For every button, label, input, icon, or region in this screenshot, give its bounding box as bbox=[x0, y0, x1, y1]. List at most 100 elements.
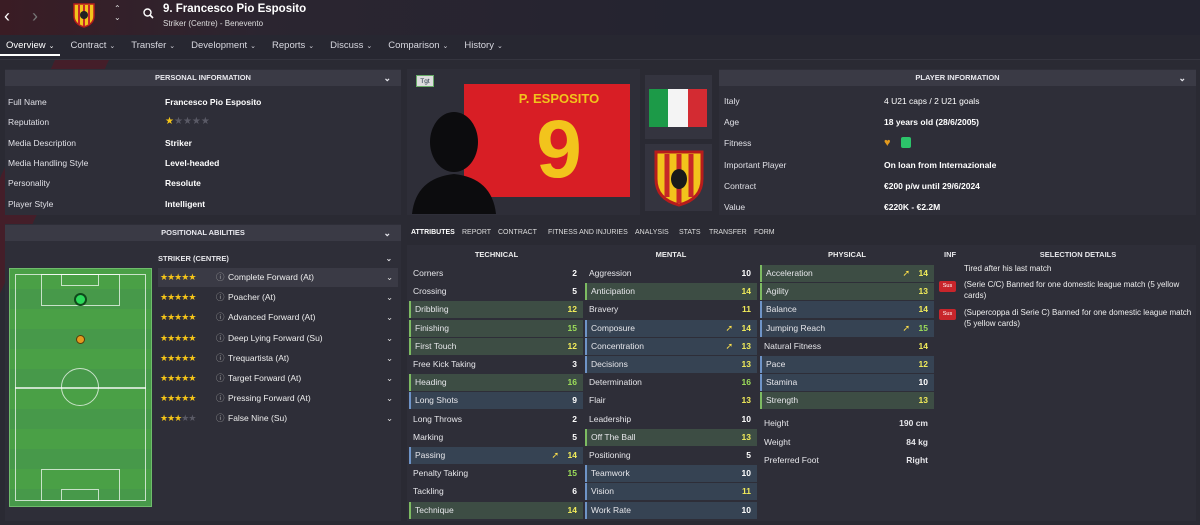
attribute-row: Aggression 10 bbox=[585, 265, 757, 282]
info-icon[interactable]: ⓘ bbox=[216, 349, 225, 368]
chevron-down-icon[interactable]: ⌄ bbox=[383, 70, 391, 86]
progress-arrow-icon: ➚ bbox=[902, 268, 910, 278]
role-row[interactable]: ★★★★★ ⓘ Advanced Forward (At) ⌄ bbox=[158, 308, 398, 327]
chevron-down-icon: ⌄ bbox=[442, 43, 449, 50]
attribute-row: Long Shots 9 bbox=[409, 392, 583, 410]
subtab-analysis[interactable]: ANALYSIS bbox=[635, 229, 669, 236]
tab-overview[interactable]: Overview ⌄ bbox=[0, 40, 61, 56]
chevron-down-icon[interactable]: ⌄ bbox=[1178, 70, 1186, 86]
subtab-attributes[interactable]: ATTRIBUTES bbox=[411, 229, 455, 236]
subtab-transfer[interactable]: TRANSFER bbox=[709, 229, 747, 236]
subtab-contract[interactable]: CONTRACT bbox=[498, 229, 537, 236]
row-label: Age bbox=[724, 117, 740, 128]
attribute-value: 2 bbox=[572, 268, 577, 278]
positional-header[interactable]: POSITIONAL ABILITIES ⌄ bbox=[5, 225, 401, 241]
attribute-name: Technique bbox=[415, 504, 454, 515]
subtab-fitness-and-injuries[interactable]: FITNESS AND INJURIES bbox=[548, 229, 628, 236]
attribute-value: 10 bbox=[741, 504, 751, 515]
physical-detail-row: Preferred Foot Right bbox=[760, 452, 934, 469]
player-info-row: Age 18 years old (28/6/2005) bbox=[724, 112, 1194, 132]
chevron-down-icon[interactable]: ⌄ bbox=[386, 329, 393, 348]
attribute-name: Flair bbox=[589, 395, 606, 406]
attribute-value: 12 bbox=[918, 359, 928, 369]
info-icon[interactable]: ⓘ bbox=[216, 268, 225, 287]
accomplished-position-marker[interactable] bbox=[76, 335, 85, 344]
player-info-row: Fitness ♥ bbox=[724, 133, 1194, 153]
tab-discuss[interactable]: Discuss ⌄ bbox=[324, 40, 378, 56]
attribute-name: Teamwork bbox=[591, 468, 630, 479]
role-name: Trequartista (At) bbox=[228, 352, 290, 363]
subtab-report[interactable]: REPORT bbox=[462, 229, 491, 236]
chevron-down-icon[interactable]: ⌄ bbox=[386, 308, 393, 327]
chevron-down-icon: ⌄ bbox=[109, 43, 116, 50]
tab-transfer[interactable]: Transfer ⌄ bbox=[125, 40, 181, 56]
role-name: Target Forward (At) bbox=[228, 373, 302, 383]
attribute-row: Acceleration ➚ 14 bbox=[760, 265, 934, 282]
tab-history[interactable]: History ⌄ bbox=[458, 40, 508, 56]
personal-info-header[interactable]: PERSONAL INFORMATION ⌄ bbox=[5, 70, 401, 86]
chevron-down-icon[interactable]: ⌄ bbox=[386, 268, 393, 287]
attribute-value: 13 bbox=[918, 395, 928, 406]
tab-development[interactable]: Development ⌄ bbox=[185, 40, 262, 56]
attribute-value: 14 bbox=[741, 322, 751, 333]
role-row[interactable]: ★★★★★ ⓘ Complete Forward (At) ⌄ bbox=[158, 268, 398, 287]
attribute-row: Leadership 10 bbox=[585, 411, 757, 428]
selection-title: SELECTION DETAILS bbox=[1039, 250, 1117, 259]
chevron-down-icon[interactable]: ⌄ bbox=[386, 389, 393, 408]
chevron-down-icon: ⌄ bbox=[250, 43, 257, 50]
info-icon[interactable]: ⓘ bbox=[216, 369, 225, 388]
subtab-stats[interactable]: STATS bbox=[679, 229, 701, 236]
attribute-name: Acceleration bbox=[766, 268, 813, 278]
role-row[interactable]: ★★★★★ ⓘ False Nine (Su) ⌄ bbox=[158, 409, 398, 428]
row-value: Level-headed bbox=[165, 157, 220, 168]
back-arrow-icon[interactable]: ‹ bbox=[4, 6, 18, 26]
role-row[interactable]: ★★★★★ ⓘ Pressing Forward (At) ⌄ bbox=[158, 389, 398, 408]
star-icon: ★ bbox=[188, 393, 196, 404]
chevron-down-icon[interactable]: ⌄ bbox=[386, 252, 392, 266]
detail-value: 190 cm bbox=[899, 418, 928, 428]
attribute-row: Bravery 11 bbox=[585, 301, 757, 318]
info-icon[interactable]: ⓘ bbox=[216, 288, 225, 307]
italy-flag-icon[interactable] bbox=[649, 89, 707, 127]
role-row[interactable]: ★★★★★ ⓘ Poacher (At) ⌄ bbox=[158, 288, 398, 307]
role-row[interactable]: ★★★★★ ⓘ Trequartista (At) ⌄ bbox=[158, 349, 398, 368]
info-icon[interactable]: ⓘ bbox=[216, 308, 225, 327]
suspension-badge: Sus bbox=[939, 309, 956, 320]
info-icon[interactable]: ⓘ bbox=[216, 389, 225, 408]
role-stars: ★★★★★ bbox=[160, 308, 196, 327]
detail-value: Right bbox=[906, 455, 928, 465]
chevron-down-icon[interactable]: ⌄ bbox=[386, 409, 393, 428]
row-label: Personality bbox=[8, 178, 51, 189]
tab-label: Reports bbox=[272, 40, 306, 51]
attribute-name: Passing bbox=[415, 450, 446, 460]
chevron-down-icon[interactable]: ⌄ bbox=[386, 349, 393, 368]
role-row[interactable]: ★★★★★ ⓘ Deep Lying Forward (Su) ⌄ bbox=[158, 329, 398, 348]
forward-arrow-icon[interactable]: › bbox=[32, 6, 46, 26]
chevron-down-icon[interactable]: ⌄ bbox=[383, 225, 391, 241]
attribute-value: 9 bbox=[572, 395, 577, 406]
star-icon: ★ bbox=[188, 272, 196, 282]
subtab-form[interactable]: FORM bbox=[754, 229, 775, 236]
chevron-down-icon: ⌄ bbox=[48, 43, 55, 50]
attribute-row: Technique 14 bbox=[409, 501, 583, 519]
club-crest-large-icon[interactable] bbox=[653, 149, 705, 207]
attribute-name: Heading bbox=[415, 377, 447, 388]
tab-comparison[interactable]: Comparison ⌄ bbox=[382, 40, 454, 56]
bottom-six-yard-box bbox=[61, 489, 99, 501]
attribute-name: Anticipation bbox=[591, 286, 635, 297]
role-row[interactable]: ★★★★★ ⓘ Target Forward (At) ⌄ bbox=[158, 369, 398, 388]
tab-reports[interactable]: Reports ⌄ bbox=[266, 40, 320, 56]
natural-position-marker[interactable] bbox=[74, 293, 87, 306]
info-icon[interactable]: ⓘ bbox=[216, 329, 225, 348]
chevron-down-icon[interactable]: ⌄ bbox=[386, 369, 393, 388]
tab-contract[interactable]: Contract ⌄ bbox=[64, 40, 121, 56]
player-switch-icon[interactable]: ⌃ ⌄ bbox=[114, 4, 121, 22]
row-label: Media Description bbox=[8, 137, 77, 148]
attribute-row: Long Throws 2 bbox=[409, 411, 583, 428]
search-icon[interactable] bbox=[143, 8, 154, 19]
player-info-header[interactable]: PLAYER INFORMATION ⌄ bbox=[719, 70, 1196, 86]
role-name: Deep Lying Forward (Su) bbox=[228, 332, 323, 343]
attribute-row: Concentration ➚ 13 bbox=[585, 337, 757, 355]
info-icon[interactable]: ⓘ bbox=[216, 409, 225, 428]
chevron-down-icon[interactable]: ⌄ bbox=[386, 288, 393, 307]
